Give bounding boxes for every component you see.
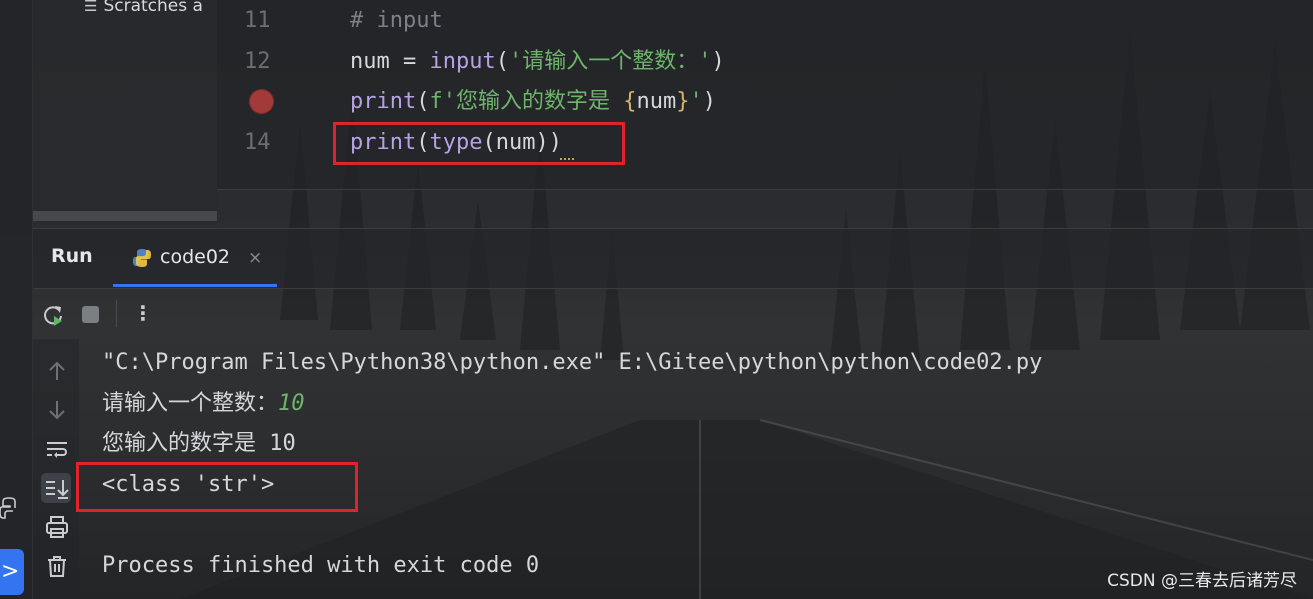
code-token-function: input — [429, 49, 496, 74]
watermark: CSDN @三春去后诸芳尽 — [1107, 571, 1297, 591]
line-number: 12 — [244, 49, 271, 74]
code-line-11[interactable]: # input — [350, 6, 443, 36]
arrow-down-icon[interactable] — [44, 397, 70, 423]
code-token: ) — [702, 89, 716, 114]
scratches-item[interactable]: ☰ Scratches a — [84, 0, 203, 16]
console-prompt-text: 请输入一个整数： — [102, 391, 279, 416]
run-tool-icon[interactable]: > — [0, 549, 24, 595]
active-tab-indicator — [113, 284, 277, 287]
code-token: ( — [495, 49, 509, 74]
header-divider — [33, 288, 1313, 289]
console-line-prompt: 请输入一个整数：10 — [102, 389, 305, 419]
rerun-icon[interactable] — [41, 303, 65, 327]
project-scrollbar[interactable] — [33, 211, 217, 221]
project-panel — [33, 0, 217, 225]
line-number: 11 — [244, 8, 271, 33]
code-token-function: print — [350, 89, 417, 114]
console-line-exit: Process finished with exit code 0 — [102, 553, 540, 578]
code-token-string: ' — [689, 89, 703, 114]
soft-wrap-icon[interactable] — [44, 436, 70, 462]
run-panel-title: Run — [51, 245, 93, 267]
more-options-icon[interactable]: ⋮ — [133, 301, 153, 325]
trash-icon[interactable] — [44, 553, 70, 579]
scroll-to-end-icon[interactable] — [41, 473, 71, 503]
close-icon[interactable]: × — [248, 248, 262, 268]
code-token: ( — [416, 89, 430, 114]
code-token-string: f'您输入的数字是 — [429, 89, 624, 114]
scratches-label: Scratches a — [103, 0, 203, 16]
code-token-brace: { — [623, 89, 637, 114]
breakpoint-icon[interactable] — [249, 89, 274, 114]
editor-divider — [217, 189, 1313, 190]
highlight-box-output — [76, 462, 358, 512]
scratches-icon: ☰ — [84, 0, 98, 15]
python-icon — [133, 249, 151, 267]
console-line-output: 您输入的数字是 10 — [102, 431, 296, 456]
code-line-13[interactable]: print(f'您输入的数字是 {num}') — [350, 87, 716, 117]
python-console-icon[interactable] — [0, 496, 18, 520]
highlight-box-code — [333, 122, 625, 165]
code-line-12[interactable]: num = input('请输入一个整数：') — [350, 47, 725, 77]
toolbar-divider — [116, 300, 117, 327]
code-token: num = — [350, 49, 430, 74]
console-user-input: 10 — [278, 391, 305, 416]
console-line-command: "C:\Program Files\Python38\python.exe" E… — [102, 350, 1043, 375]
code-token: num — [636, 89, 677, 114]
stop-icon[interactable] — [82, 306, 99, 323]
code-token: ) — [711, 49, 725, 74]
print-icon[interactable] — [44, 514, 70, 540]
arrow-up-icon[interactable] — [44, 358, 70, 384]
line-number: 14 — [244, 130, 271, 155]
code-token-brace: } — [676, 89, 690, 114]
tab-label: code02 — [160, 246, 230, 268]
code-token-string: '请输入一个整数：' — [508, 49, 712, 74]
